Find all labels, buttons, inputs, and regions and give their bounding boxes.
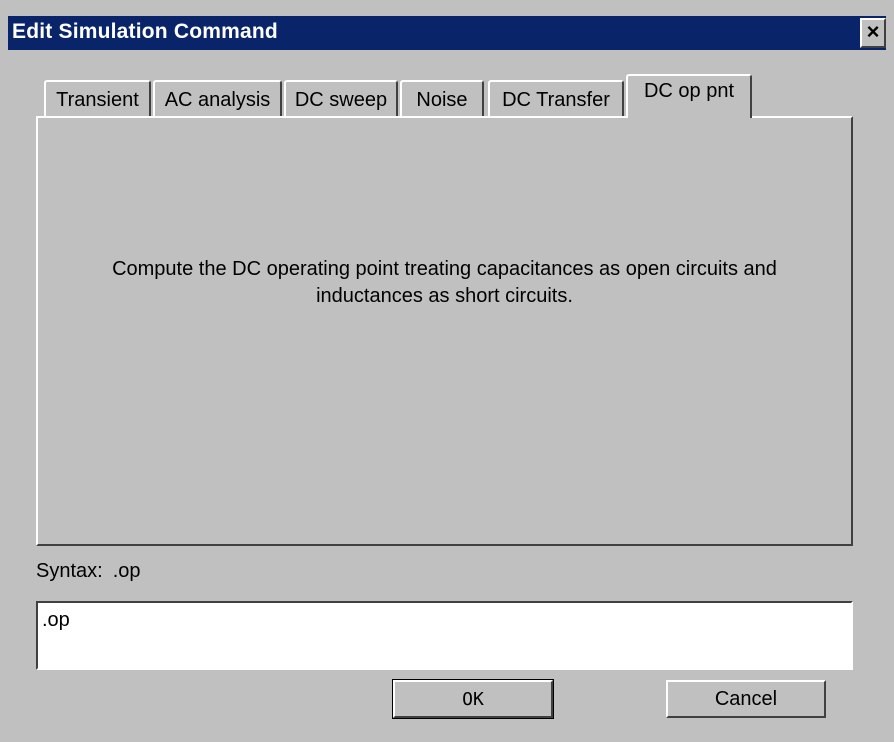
syntax-line: Syntax: .op bbox=[36, 560, 141, 583]
tab-label: DC Transfer bbox=[502, 89, 610, 111]
close-icon: × bbox=[866, 19, 880, 44]
tab-ac-analysis[interactable]: AC analysis bbox=[153, 80, 282, 118]
title-bar[interactable]: Edit Simulation Command × bbox=[8, 16, 886, 50]
analysis-description: Compute the DC operating point treating … bbox=[112, 258, 777, 307]
cancel-button-label: Cancel bbox=[714, 688, 778, 710]
tab-label: AC analysis bbox=[164, 89, 271, 111]
tab-label: DC sweep bbox=[294, 89, 388, 111]
edit-simulation-command-dialog: Edit Simulation Command × Transient AC a… bbox=[0, 0, 894, 742]
tab-label: Noise bbox=[416, 89, 468, 111]
tab-panel-dc-op-pnt: Compute the DC operating point treating … bbox=[36, 116, 853, 546]
dialog-title: Edit Simulation Command bbox=[12, 20, 278, 43]
tab-label: Transient bbox=[56, 89, 139, 111]
tab-dc-op-pnt[interactable]: DC op pnt bbox=[626, 74, 752, 118]
command-input[interactable]: .op bbox=[36, 601, 853, 670]
tab-noise[interactable]: Noise bbox=[400, 80, 484, 118]
tab-transient[interactable]: Transient bbox=[44, 80, 151, 118]
ok-button[interactable]: OK bbox=[392, 679, 554, 719]
tab-dc-transfer[interactable]: DC Transfer bbox=[488, 80, 624, 118]
tab-label: DC op pnt bbox=[643, 80, 735, 102]
ok-button-label: OK bbox=[462, 689, 484, 710]
tab-dc-sweep[interactable]: DC sweep bbox=[284, 80, 398, 118]
syntax-label: Syntax: bbox=[36, 560, 103, 582]
close-button[interactable]: × bbox=[860, 18, 886, 48]
cancel-button[interactable]: Cancel bbox=[666, 680, 826, 718]
syntax-value: .op bbox=[112, 560, 141, 582]
